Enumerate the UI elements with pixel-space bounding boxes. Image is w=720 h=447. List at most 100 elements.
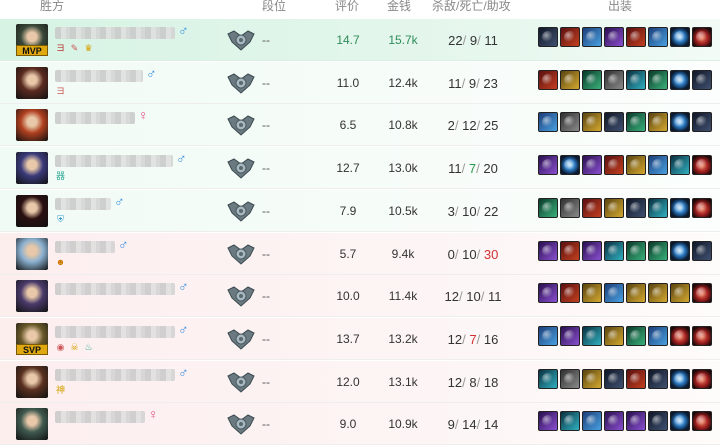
item-icon[interactable] bbox=[626, 112, 646, 133]
item-icon[interactable] bbox=[692, 27, 712, 47]
champion-avatar[interactable] bbox=[16, 152, 48, 185]
item-icon[interactable] bbox=[538, 112, 558, 133]
champion-avatar[interactable] bbox=[16, 194, 48, 227]
item-icon[interactable] bbox=[560, 197, 580, 218]
table-row[interactable]: ♀ -- 6.5 10.8k 2/ 12/ 25 bbox=[0, 104, 720, 147]
item-icon[interactable] bbox=[670, 112, 690, 133]
table-row[interactable]: ♂ ☻ -- 5.7 9.4k 0/ 10/ 30 bbox=[0, 232, 720, 275]
item-icon[interactable] bbox=[560, 411, 580, 432]
item-icon[interactable] bbox=[538, 283, 558, 304]
item-icon[interactable] bbox=[648, 283, 668, 304]
item-icon[interactable] bbox=[582, 411, 602, 432]
item-icon[interactable] bbox=[670, 325, 690, 346]
player-name-blurred[interactable] bbox=[55, 197, 111, 210]
item-icon[interactable] bbox=[538, 240, 558, 261]
item-icon[interactable] bbox=[626, 197, 646, 218]
item-icon[interactable] bbox=[626, 27, 646, 47]
item-icon[interactable] bbox=[538, 325, 558, 346]
item-icon[interactable] bbox=[560, 368, 580, 389]
item-icon[interactable] bbox=[538, 27, 558, 47]
player-name-blurred[interactable] bbox=[55, 411, 145, 424]
item-icon[interactable] bbox=[582, 69, 602, 90]
item-icon[interactable] bbox=[670, 411, 690, 432]
player-name-blurred[interactable] bbox=[55, 325, 175, 338]
item-icon[interactable] bbox=[582, 155, 602, 176]
item-icon[interactable] bbox=[670, 69, 690, 90]
item-icon[interactable] bbox=[648, 27, 668, 47]
champion-avatar[interactable] bbox=[16, 66, 48, 99]
player-name-blurred[interactable] bbox=[55, 27, 175, 39]
table-row[interactable]: ♂ 神 -- 12.0 13.1k 12/ 8/ 18 bbox=[0, 360, 720, 403]
item-icon[interactable] bbox=[582, 325, 602, 346]
item-icon[interactable] bbox=[560, 325, 580, 346]
champion-avatar[interactable] bbox=[16, 408, 48, 441]
item-icon[interactable] bbox=[604, 411, 624, 432]
item-icon[interactable] bbox=[648, 240, 668, 261]
table-row[interactable]: ♂ ヨ -- 11.0 12.4k 11/ 9/ 23 bbox=[0, 61, 720, 104]
table-row[interactable]: MVP ♂ ヨ ✎ ♛ -- 14.7 15.7k 22/ 9/ 11 bbox=[0, 19, 720, 61]
item-icon[interactable] bbox=[670, 283, 690, 304]
item-icon[interactable] bbox=[582, 112, 602, 133]
item-icon[interactable] bbox=[538, 197, 558, 218]
item-icon[interactable] bbox=[560, 240, 580, 261]
item-icon[interactable] bbox=[626, 283, 646, 304]
item-icon[interactable] bbox=[626, 368, 646, 389]
champion-avatar[interactable] bbox=[16, 109, 48, 142]
item-icon[interactable] bbox=[582, 197, 602, 218]
item-icon[interactable] bbox=[626, 155, 646, 176]
item-icon[interactable] bbox=[560, 112, 580, 133]
item-icon[interactable] bbox=[692, 283, 712, 304]
item-icon[interactable] bbox=[604, 197, 624, 218]
item-icon[interactable] bbox=[692, 411, 712, 432]
player-name-blurred[interactable] bbox=[55, 368, 175, 381]
item-icon[interactable] bbox=[670, 27, 690, 47]
item-icon[interactable] bbox=[692, 155, 712, 176]
table-row[interactable]: ♀ -- 9.0 10.9k 9/ 14/ 14 bbox=[0, 403, 720, 446]
player-name-blurred[interactable] bbox=[55, 112, 135, 125]
item-icon[interactable] bbox=[538, 69, 558, 90]
item-icon[interactable] bbox=[582, 283, 602, 304]
table-row[interactable]: SVP ♂ ◉ ☠ ♨ -- 13.7 13.2k 12/ 7/ 16 bbox=[0, 317, 720, 360]
item-icon[interactable] bbox=[692, 197, 712, 218]
player-name-blurred[interactable] bbox=[55, 283, 175, 296]
item-icon[interactable] bbox=[604, 112, 624, 133]
item-icon[interactable] bbox=[648, 155, 668, 176]
item-icon[interactable] bbox=[560, 27, 580, 47]
item-icon[interactable] bbox=[582, 240, 602, 261]
item-icon[interactable] bbox=[648, 197, 668, 218]
table-row[interactable]: ♂ 器 -- 12.7 13.0k 11/ 7/ 20 bbox=[0, 147, 720, 190]
item-icon[interactable] bbox=[604, 27, 624, 47]
item-icon[interactable] bbox=[670, 197, 690, 218]
item-icon[interactable] bbox=[626, 69, 646, 90]
item-icon[interactable] bbox=[692, 368, 712, 389]
item-icon[interactable] bbox=[692, 240, 712, 261]
item-icon[interactable] bbox=[626, 240, 646, 261]
champion-avatar[interactable] bbox=[16, 365, 48, 398]
item-icon[interactable] bbox=[538, 368, 558, 389]
item-icon[interactable] bbox=[648, 69, 668, 90]
item-icon[interactable] bbox=[560, 155, 580, 176]
table-row[interactable]: ♂ ⛨ -- 7.9 10.5k 3/ 10/ 22 bbox=[0, 189, 720, 232]
item-icon[interactable] bbox=[648, 368, 668, 389]
item-icon[interactable] bbox=[626, 325, 646, 346]
player-name-blurred[interactable] bbox=[55, 69, 143, 82]
item-icon[interactable] bbox=[670, 240, 690, 261]
item-icon[interactable] bbox=[604, 155, 624, 176]
item-icon[interactable] bbox=[582, 368, 602, 389]
item-icon[interactable] bbox=[604, 69, 624, 90]
item-icon[interactable] bbox=[560, 69, 580, 90]
item-icon[interactable] bbox=[648, 411, 668, 432]
item-icon[interactable] bbox=[670, 155, 690, 176]
item-icon[interactable] bbox=[538, 155, 558, 176]
player-name-blurred[interactable] bbox=[55, 240, 115, 253]
champion-avatar[interactable] bbox=[16, 280, 48, 313]
item-icon[interactable] bbox=[604, 283, 624, 304]
item-icon[interactable] bbox=[648, 325, 668, 346]
item-icon[interactable] bbox=[604, 368, 624, 389]
item-icon[interactable] bbox=[692, 69, 712, 90]
item-icon[interactable] bbox=[692, 325, 712, 346]
item-icon[interactable] bbox=[560, 283, 580, 304]
item-icon[interactable] bbox=[648, 112, 668, 133]
item-icon[interactable] bbox=[692, 112, 712, 133]
champion-avatar[interactable] bbox=[16, 237, 48, 270]
